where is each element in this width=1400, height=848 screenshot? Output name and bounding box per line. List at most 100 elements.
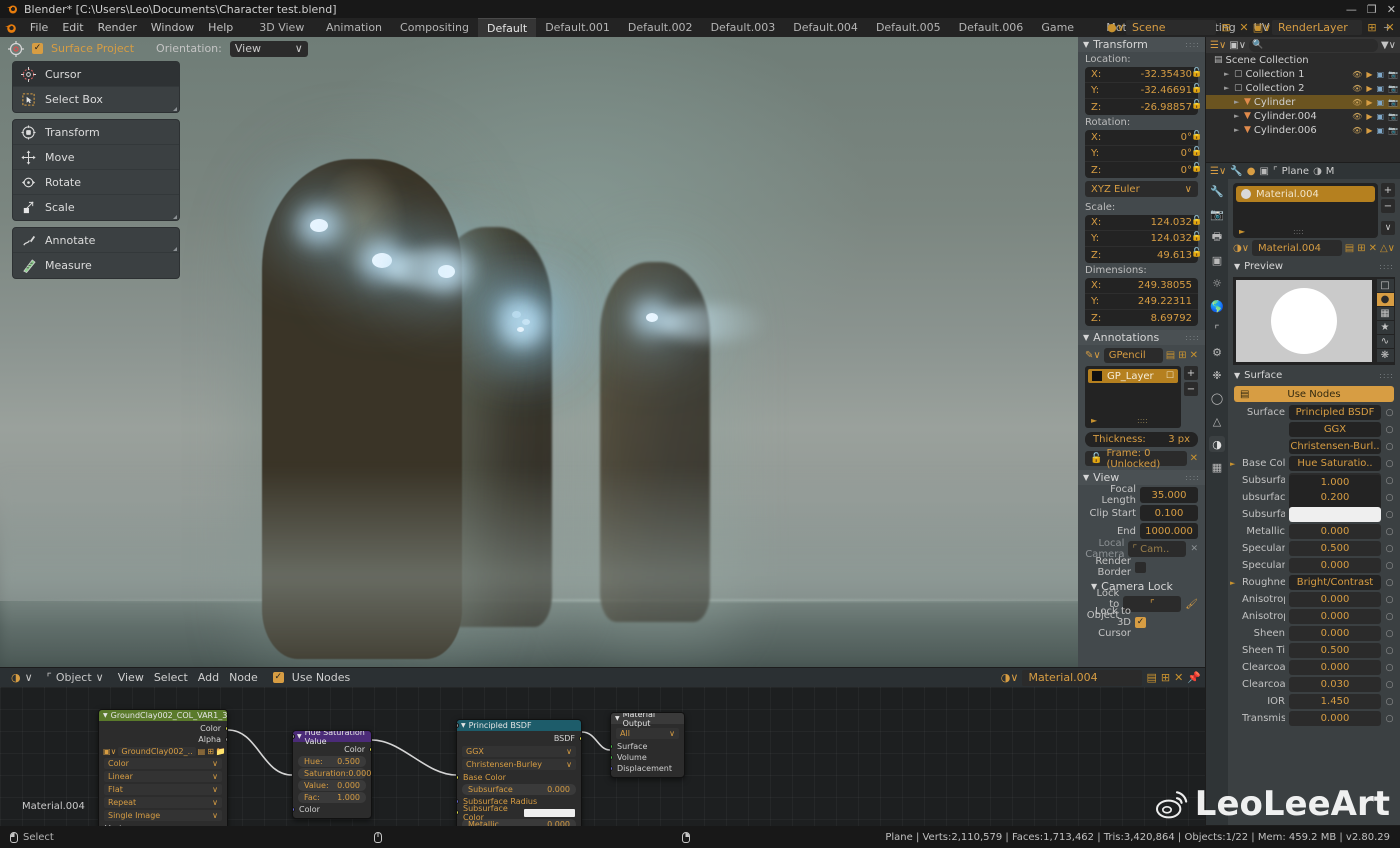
row-color-swatch[interactable] [523, 808, 575, 817]
rotation-z-field[interactable]: Z: 0° [1085, 162, 1198, 178]
property-slider[interactable]: 1.450 [1289, 694, 1381, 709]
selectable-icon[interactable]: ▶ [1366, 70, 1372, 79]
expand-input-icon[interactable]: ► [1230, 460, 1238, 468]
material-name-field[interactable]: Material.004 [1252, 240, 1342, 256]
preview-sphere-icon[interactable]: ● [1376, 293, 1394, 306]
tool-expand-corner[interactable] [173, 247, 177, 251]
lock-rotation-y-icon[interactable]: 🔓 [1191, 147, 1202, 157]
open-image-icon[interactable]: 📁 [216, 747, 226, 756]
scene-name-field[interactable]: Scene [1126, 20, 1216, 35]
shader-type-dropdown[interactable]: ⌜ Object ∨ [41, 669, 109, 686]
node-slider-fac[interactable]: Fac: 1.000 [293, 734, 366, 803]
animate-property-icon[interactable]: ○ [1385, 425, 1394, 435]
add-material-slot-button[interactable]: + [1381, 183, 1395, 197]
material-slot-specials-button[interactable]: ∨ [1381, 221, 1395, 235]
node-canvas[interactable]: ▼GroundClay002_COL_VAR1_3K.jpgColorAlpha… [0, 687, 1205, 826]
tab-view-layer[interactable]: ▣ [1209, 252, 1225, 268]
tab-output[interactable]: 🖶 [1209, 229, 1225, 245]
animate-property-icon[interactable]: ○ [1385, 442, 1394, 452]
unlink-material-icon[interactable]: ✕ [1174, 671, 1183, 684]
property-slider[interactable]: 0.000 [1289, 660, 1381, 675]
annotation-layer-list[interactable]: GP_Layer ☐ ► :::: [1085, 366, 1181, 428]
animate-property-icon[interactable]: ○ [1385, 578, 1394, 588]
location-fields[interactable]: X: -32.35430 Y: -32.46691 Z: -26.98857 [1085, 67, 1198, 115]
lock-location-y-icon[interactable]: 🔓 [1191, 84, 1202, 94]
hide-in-viewport-icon[interactable]: 👁 [1352, 70, 1362, 79]
property-dropdown[interactable]: GGX [1289, 422, 1381, 437]
editor-type-icon[interactable]: ☰∨ [1210, 40, 1226, 51]
hide-in-viewport-icon[interactable]: 👁 [1352, 112, 1362, 121]
new-material-icon[interactable]: ⊞ [1357, 243, 1365, 254]
expand-arrow-icon[interactable]: ► [1234, 126, 1244, 134]
expand-arrow-icon[interactable]: ► [1224, 70, 1234, 78]
property-slider[interactable]: 0.000 [1289, 711, 1381, 726]
scale-y-field[interactable]: Y: 124.032 [1085, 231, 1198, 247]
rotation-mode-dropdown[interactable]: XYZ Euler ∨ [1085, 181, 1198, 197]
tab-tool[interactable]: 🔧 [1209, 183, 1225, 199]
animate-property-icon[interactable]: ○ [1385, 561, 1394, 571]
expand-arrow-icon[interactable]: ► [1234, 112, 1244, 120]
expand-slots-icon[interactable]: ► [1239, 227, 1245, 236]
node-output-color[interactable]: Color [293, 744, 371, 755]
outliner-row-cylinder[interactable]: ► ▼ Cylinder 👁 ▶ ▣ 📷 [1206, 95, 1400, 109]
node-output-alpha[interactable]: Alpha [99, 734, 227, 745]
disable-in-viewports-icon[interactable]: ▣ [1376, 126, 1384, 135]
surface-panel-header[interactable]: ▼ Surface :::: [1228, 368, 1400, 383]
cursor-tool-icon[interactable] [8, 40, 24, 57]
animate-property-icon[interactable]: ○ [1385, 595, 1394, 605]
remove-layer-button[interactable]: − [1184, 382, 1198, 396]
disable-in-viewports-icon[interactable]: ▣ [1376, 98, 1384, 107]
preview-shaderball-icon[interactable]: ∿ [1376, 335, 1394, 348]
new-material-icon[interactable]: ⊞ [1161, 671, 1170, 684]
property-slider[interactable]: 0.000 [1289, 626, 1381, 641]
dimensions-fields[interactable]: X: 249.38055 Y: 249.22311 Z: 8.69792 [1085, 278, 1198, 326]
animate-property-icon[interactable]: ○ [1385, 646, 1394, 656]
tool-measure[interactable]: Measure [13, 253, 179, 278]
menu-window[interactable]: Window [144, 18, 201, 37]
lock-to-object-field[interactable]: ⌜ [1123, 596, 1182, 612]
annotations-panel-header[interactable]: ▼ Annotations :::: [1078, 330, 1205, 345]
node-field-ggx[interactable]: GGX ∨ [462, 746, 576, 757]
tool-cursor[interactable]: Cursor [13, 62, 179, 87]
image-texture-node[interactable]: ▼GroundClay002_COL_VAR1_3K.jpgColorAlpha… [98, 709, 228, 826]
collapse-icon[interactable]: ▼ [103, 712, 108, 719]
tab-material[interactable]: ◑ [1209, 436, 1225, 452]
workspace-tab-default-002[interactable]: Default.002 [619, 18, 702, 37]
scale-z-field[interactable]: Z: 49.613 [1085, 247, 1198, 263]
gpencil-datablock-field[interactable]: GPencil [1103, 348, 1163, 363]
editor-type-button[interactable]: ◑ ∨ [6, 669, 38, 686]
lock-rotation-z-icon[interactable]: 🔓 [1191, 163, 1202, 173]
lock-rotation-x-icon[interactable]: 🔓 [1191, 131, 1202, 141]
render-border-checkbox[interactable] [1135, 561, 1146, 573]
tab-physics[interactable]: ◯ [1209, 390, 1225, 406]
hide-in-viewport-icon[interactable]: 👁 [1352, 84, 1362, 93]
node-input-displacement[interactable]: Displacement [611, 763, 684, 774]
node-editor-menu-add[interactable]: Add [193, 670, 224, 686]
disable-in-renders-icon[interactable]: 📷 [1388, 84, 1398, 93]
animate-property-icon[interactable]: ○ [1385, 459, 1394, 469]
tool-move[interactable]: Move [13, 145, 179, 170]
node-slider-value[interactable]: Value: 0.000 [293, 734, 366, 791]
eyedropper-icon[interactable]: 🖌 [1185, 599, 1198, 610]
new-gpencil-icon[interactable]: ⊞ [1178, 350, 1186, 361]
location-x-field[interactable]: X: -32.35430 [1085, 67, 1198, 83]
menu-help[interactable]: Help [201, 18, 240, 37]
pencil-icon[interactable]: ✎∨ [1085, 350, 1101, 361]
expand-input-icon[interactable]: ► [1230, 579, 1238, 587]
tool-transform[interactable]: Transform [13, 120, 179, 145]
tab-render[interactable]: 📷 [1209, 206, 1225, 222]
shader-node-editor[interactable]: ◑ ∨ ⌜ Object ∨ View Select Add Node ✓ Use No… [0, 668, 1205, 826]
workspace-tab-default-006[interactable]: Default.006 [950, 18, 1033, 37]
disable-in-viewports-icon[interactable]: ▣ [1376, 70, 1384, 79]
node-field-repeat[interactable]: Repeat ∨ [104, 797, 222, 808]
selectable-icon[interactable]: ▶ [1366, 84, 1372, 93]
material-breadcrumb-icon[interactable]: ◑ [1313, 166, 1322, 177]
animate-property-icon[interactable]: ○ [1385, 493, 1394, 503]
hue-saturation-value-node[interactable]: ▼ Hue Saturation Value Color Hue: 0.500 Satur… [292, 730, 372, 819]
view-panel-header[interactable]: ▼ View :::: [1078, 470, 1205, 485]
selectable-icon[interactable]: ▶ [1366, 126, 1372, 135]
animate-property-icon[interactable]: ○ [1385, 544, 1394, 554]
material-slot-item[interactable]: Material.004 [1236, 186, 1375, 202]
thickness-slider[interactable]: Thickness: 3 px [1085, 432, 1198, 447]
tool-rotate[interactable]: Rotate [13, 170, 179, 195]
